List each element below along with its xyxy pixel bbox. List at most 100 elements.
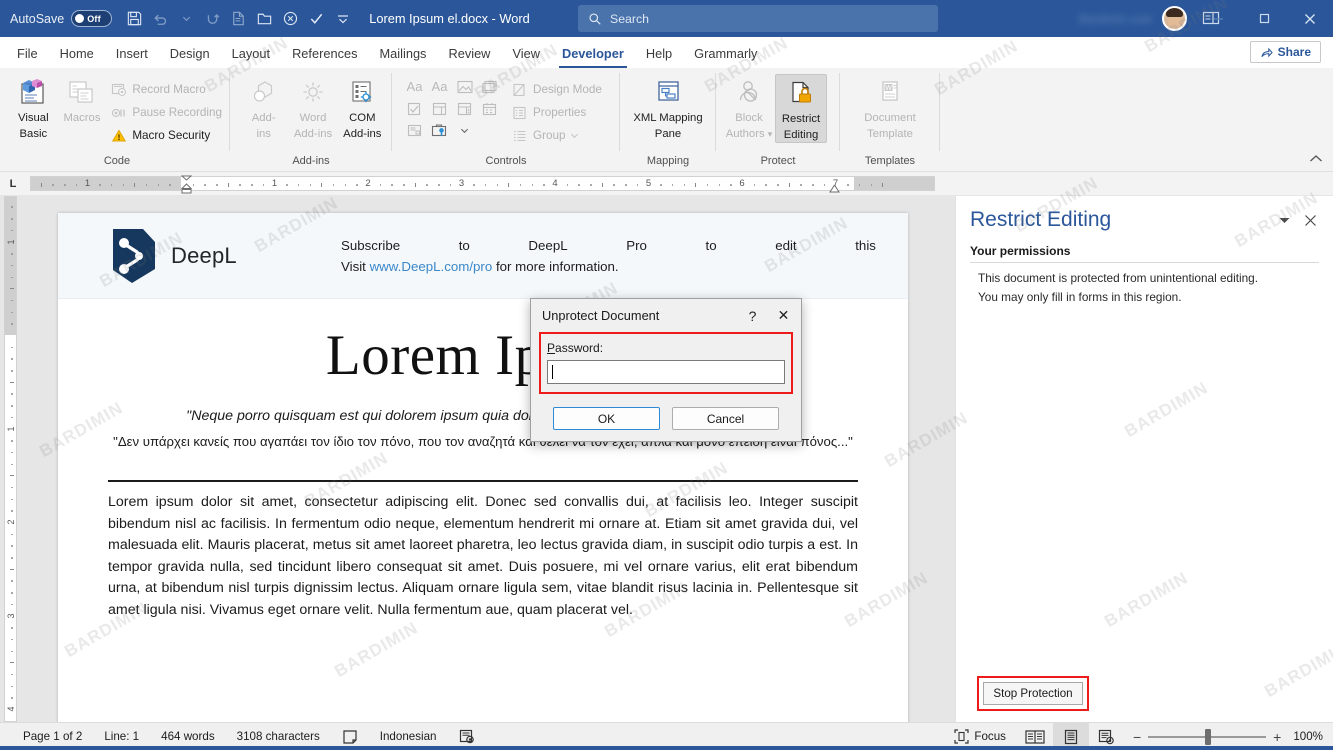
date-picker-control-icon[interactable] [478,98,501,119]
tab-review[interactable]: Review [437,39,501,68]
ruler-tick [823,184,826,186]
vruler-tick [11,311,13,314]
com-add-ins-button[interactable]: COM Add-ins [338,74,387,141]
design-mode-button[interactable]: Design Mode [509,78,605,101]
zoom-track[interactable] [1148,728,1267,745]
ruler-tick [379,184,382,186]
open-folder-icon[interactable] [252,6,277,31]
plain-text-control-icon[interactable]: Aa [428,76,451,97]
record-macro-button[interactable]: Record Macro [108,78,225,101]
search-box[interactable]: Search [578,5,938,32]
add-ins-icon [249,77,279,109]
add-ins-button[interactable]: Add- ins [239,74,288,141]
tab-insert[interactable]: Insert [105,39,159,68]
zoom-in-button[interactable]: + [1273,730,1281,744]
password-input[interactable] [547,360,785,384]
zoom-out-button[interactable]: − [1133,730,1141,744]
document-page[interactable]: DeepL Subscribe to DeepL Pro to edit thi… [58,213,908,750]
checkbox-control-icon[interactable] [403,98,426,119]
left-indent-marker[interactable] [180,175,193,197]
ruler-tick [40,183,42,187]
tab-view[interactable]: View [501,39,551,68]
ribbon-group-protect: Block Authors ▾ Restrict Editing Protect [716,68,840,171]
undo-icon[interactable] [148,6,173,31]
macro-security-icon [112,129,127,141]
ruler-tick [660,184,662,186]
cancel-circle-icon[interactable] [278,6,303,31]
close-button[interactable] [1287,0,1333,37]
building-block-control-icon[interactable] [478,76,501,97]
tab-references[interactable]: References [281,39,368,68]
ruler-tick [882,183,884,187]
ruler-tick [671,184,674,186]
right-margin-area [854,177,934,190]
properties-label: Properties [533,106,587,119]
drop-down-list-control-icon[interactable] [453,98,476,119]
vruler-tick [10,568,14,570]
tab-developer[interactable]: Developer [551,39,635,68]
ribbon-group-controls: Aa Aa Design Mode Properties Group Contr… [392,68,620,171]
group-button[interactable]: Group [509,124,605,147]
avatar[interactable] [1162,6,1187,31]
customize-qat-icon[interactable] [330,6,355,31]
repeating-section-control-icon[interactable] [403,120,426,141]
minimize-button[interactable] [1195,0,1241,37]
tab-design[interactable]: Design [159,39,221,68]
vertical-ruler[interactable]: 1 1 2 3 4 [4,196,17,722]
deepl-pro-link[interactable]: www.DeepL.com/pro [370,259,493,274]
tab-file[interactable]: File [6,39,49,68]
horizontal-ruler[interactable]: 1 1 2 3 4 5 6 7 [30,175,935,194]
zoom-slider[interactable]: − + [1125,728,1289,745]
dialog-close-icon[interactable]: ✕ [768,300,799,331]
pane-close-icon[interactable] [1297,208,1323,232]
restore-button[interactable] [1241,0,1287,37]
ruler-tick [344,184,347,186]
deepl-promo-line1: Subscribe to DeepL Pro to edit this [341,238,886,253]
word-application-window: AutoSave Off Lorem Ipsum el.docx - Word … [0,0,1333,750]
combo-box-control-icon[interactable] [428,98,451,119]
legacy-tools-icon[interactable] [428,120,451,141]
undo-dropdown-icon[interactable] [174,6,199,31]
rich-text-control-icon[interactable]: Aa [403,76,426,97]
share-button[interactable]: Share [1249,41,1321,63]
save-icon[interactable] [122,6,147,31]
macro-security-button[interactable]: Macro Security [108,124,225,147]
block-authors-button[interactable]: Block Authors ▾ [723,74,775,141]
xml-mapping-pane-button[interactable]: XML Mapping Pane [625,74,711,141]
redo-icon[interactable] [200,6,225,31]
restrict-editing-pane-title: Restrict Editing [970,208,1112,231]
tab-home[interactable]: Home [49,39,105,68]
ok-button[interactable]: OK [553,407,660,430]
document-template-button[interactable]: W Document Template [850,74,930,141]
restrict-editing-button[interactable]: Restrict Editing [775,74,827,143]
dialog-title-bar: Unprotect Document ? ✕ [531,299,801,332]
autosave-toggle[interactable]: Off [71,10,113,27]
tab-stop-selector[interactable]: L [0,172,26,196]
tab-mailings[interactable]: Mailings [369,39,438,68]
pane-options-chevron-down-icon[interactable] [1271,208,1297,232]
ribbon-group-label-controls: Controls [485,155,527,167]
new-document-icon[interactable] [226,6,251,31]
collapse-ribbon-icon[interactable] [1309,153,1323,167]
stop-protection-button[interactable]: Stop Protection [983,682,1083,705]
zoom-thumb[interactable] [1205,728,1212,745]
tab-grammarly[interactable]: Grammarly [683,39,768,68]
zoom-level[interactable]: 100% [1289,730,1323,743]
picture-control-icon[interactable] [453,76,476,97]
ruler-tick [531,184,534,186]
visual-basic-button[interactable]: Visual Basic [9,74,58,141]
account-area[interactable]: Bardimin user [1079,0,1187,37]
dialog-help-icon[interactable]: ? [737,300,768,331]
tab-layout[interactable]: Layout [221,39,281,68]
vruler-tick [11,697,13,699]
check-icon[interactable] [304,6,329,31]
ruler-tick [636,184,639,186]
tab-help[interactable]: Help [635,39,683,68]
title-bar: AutoSave Off Lorem Ipsum el.docx - Word … [0,0,1333,37]
pause-recording-button[interactable]: Pause Recording [108,101,225,124]
properties-button[interactable]: Properties [509,101,605,124]
macros-button[interactable]: Macros [58,74,107,125]
cancel-button[interactable]: Cancel [672,407,779,430]
legacy-tools-chevron-down-icon[interactable] [453,120,476,141]
word-add-ins-button[interactable]: Word Add-ins [288,74,337,141]
